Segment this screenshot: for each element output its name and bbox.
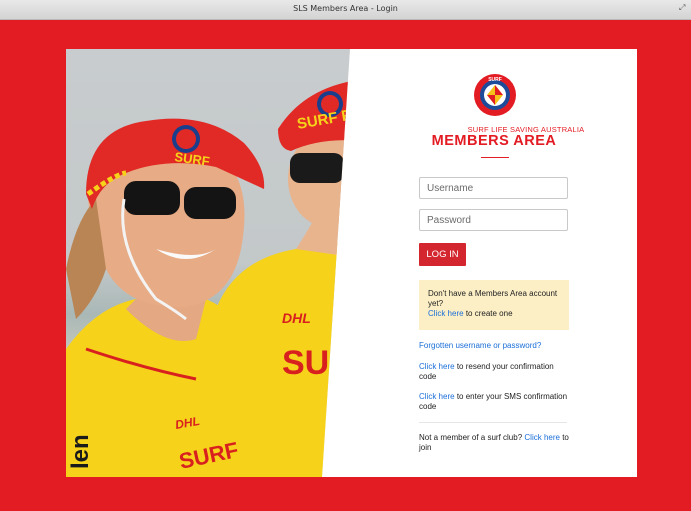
notice-suffix: to create one xyxy=(465,309,513,318)
join-club-text: Not a member of a surf club? xyxy=(419,433,523,442)
section-divider xyxy=(419,422,567,423)
sms-confirmation-row: Click here to enter your SMS confirmatio… xyxy=(419,392,571,412)
brand-divider xyxy=(481,157,509,158)
fullscreen-icon[interactable]: ⤢ xyxy=(679,3,689,13)
sms-confirmation-link[interactable]: Click here xyxy=(419,392,455,401)
resend-confirmation-link[interactable]: Click here xyxy=(419,362,455,371)
forgot-credentials-row: Forgotten username or password? xyxy=(419,341,571,351)
surf-life-saving-logo: SURF xyxy=(474,74,516,116)
window-titlebar: SLS Members Area - Login ⤢ xyxy=(0,0,691,20)
username-input[interactable] xyxy=(419,177,568,199)
login-button[interactable]: LOG IN xyxy=(419,243,466,266)
svg-text:len: len xyxy=(67,434,94,469)
surf-lifesavers-photo: SURF RESC DHL SURF SURF DHL SURF len xyxy=(66,49,375,477)
join-club-row: Not a member of a surf club? Click here … xyxy=(419,433,571,453)
password-input[interactable] xyxy=(419,209,568,231)
brand-title: MEMBERS AREA xyxy=(431,133,557,149)
join-club-link[interactable]: Click here xyxy=(524,433,560,442)
create-account-notice: Don't have a Members Area account yet? C… xyxy=(419,280,569,330)
window-title: SLS Members Area - Login xyxy=(293,4,398,13)
login-card: SURF RESC DHL SURF SURF DHL SURF len xyxy=(66,49,637,477)
forgot-credentials-link[interactable]: Forgotten username or password? xyxy=(419,341,541,350)
resend-confirmation-row: Click here to resend your confirmation c… xyxy=(419,362,571,382)
shirt-text-2: SURF xyxy=(282,344,375,382)
notice-text: Don't have a Members Area account yet? xyxy=(428,289,558,308)
create-account-link[interactable]: Click here xyxy=(428,309,464,318)
logo-text-top: SURF xyxy=(488,77,502,83)
shirt-text-1: DHL xyxy=(282,310,311,326)
